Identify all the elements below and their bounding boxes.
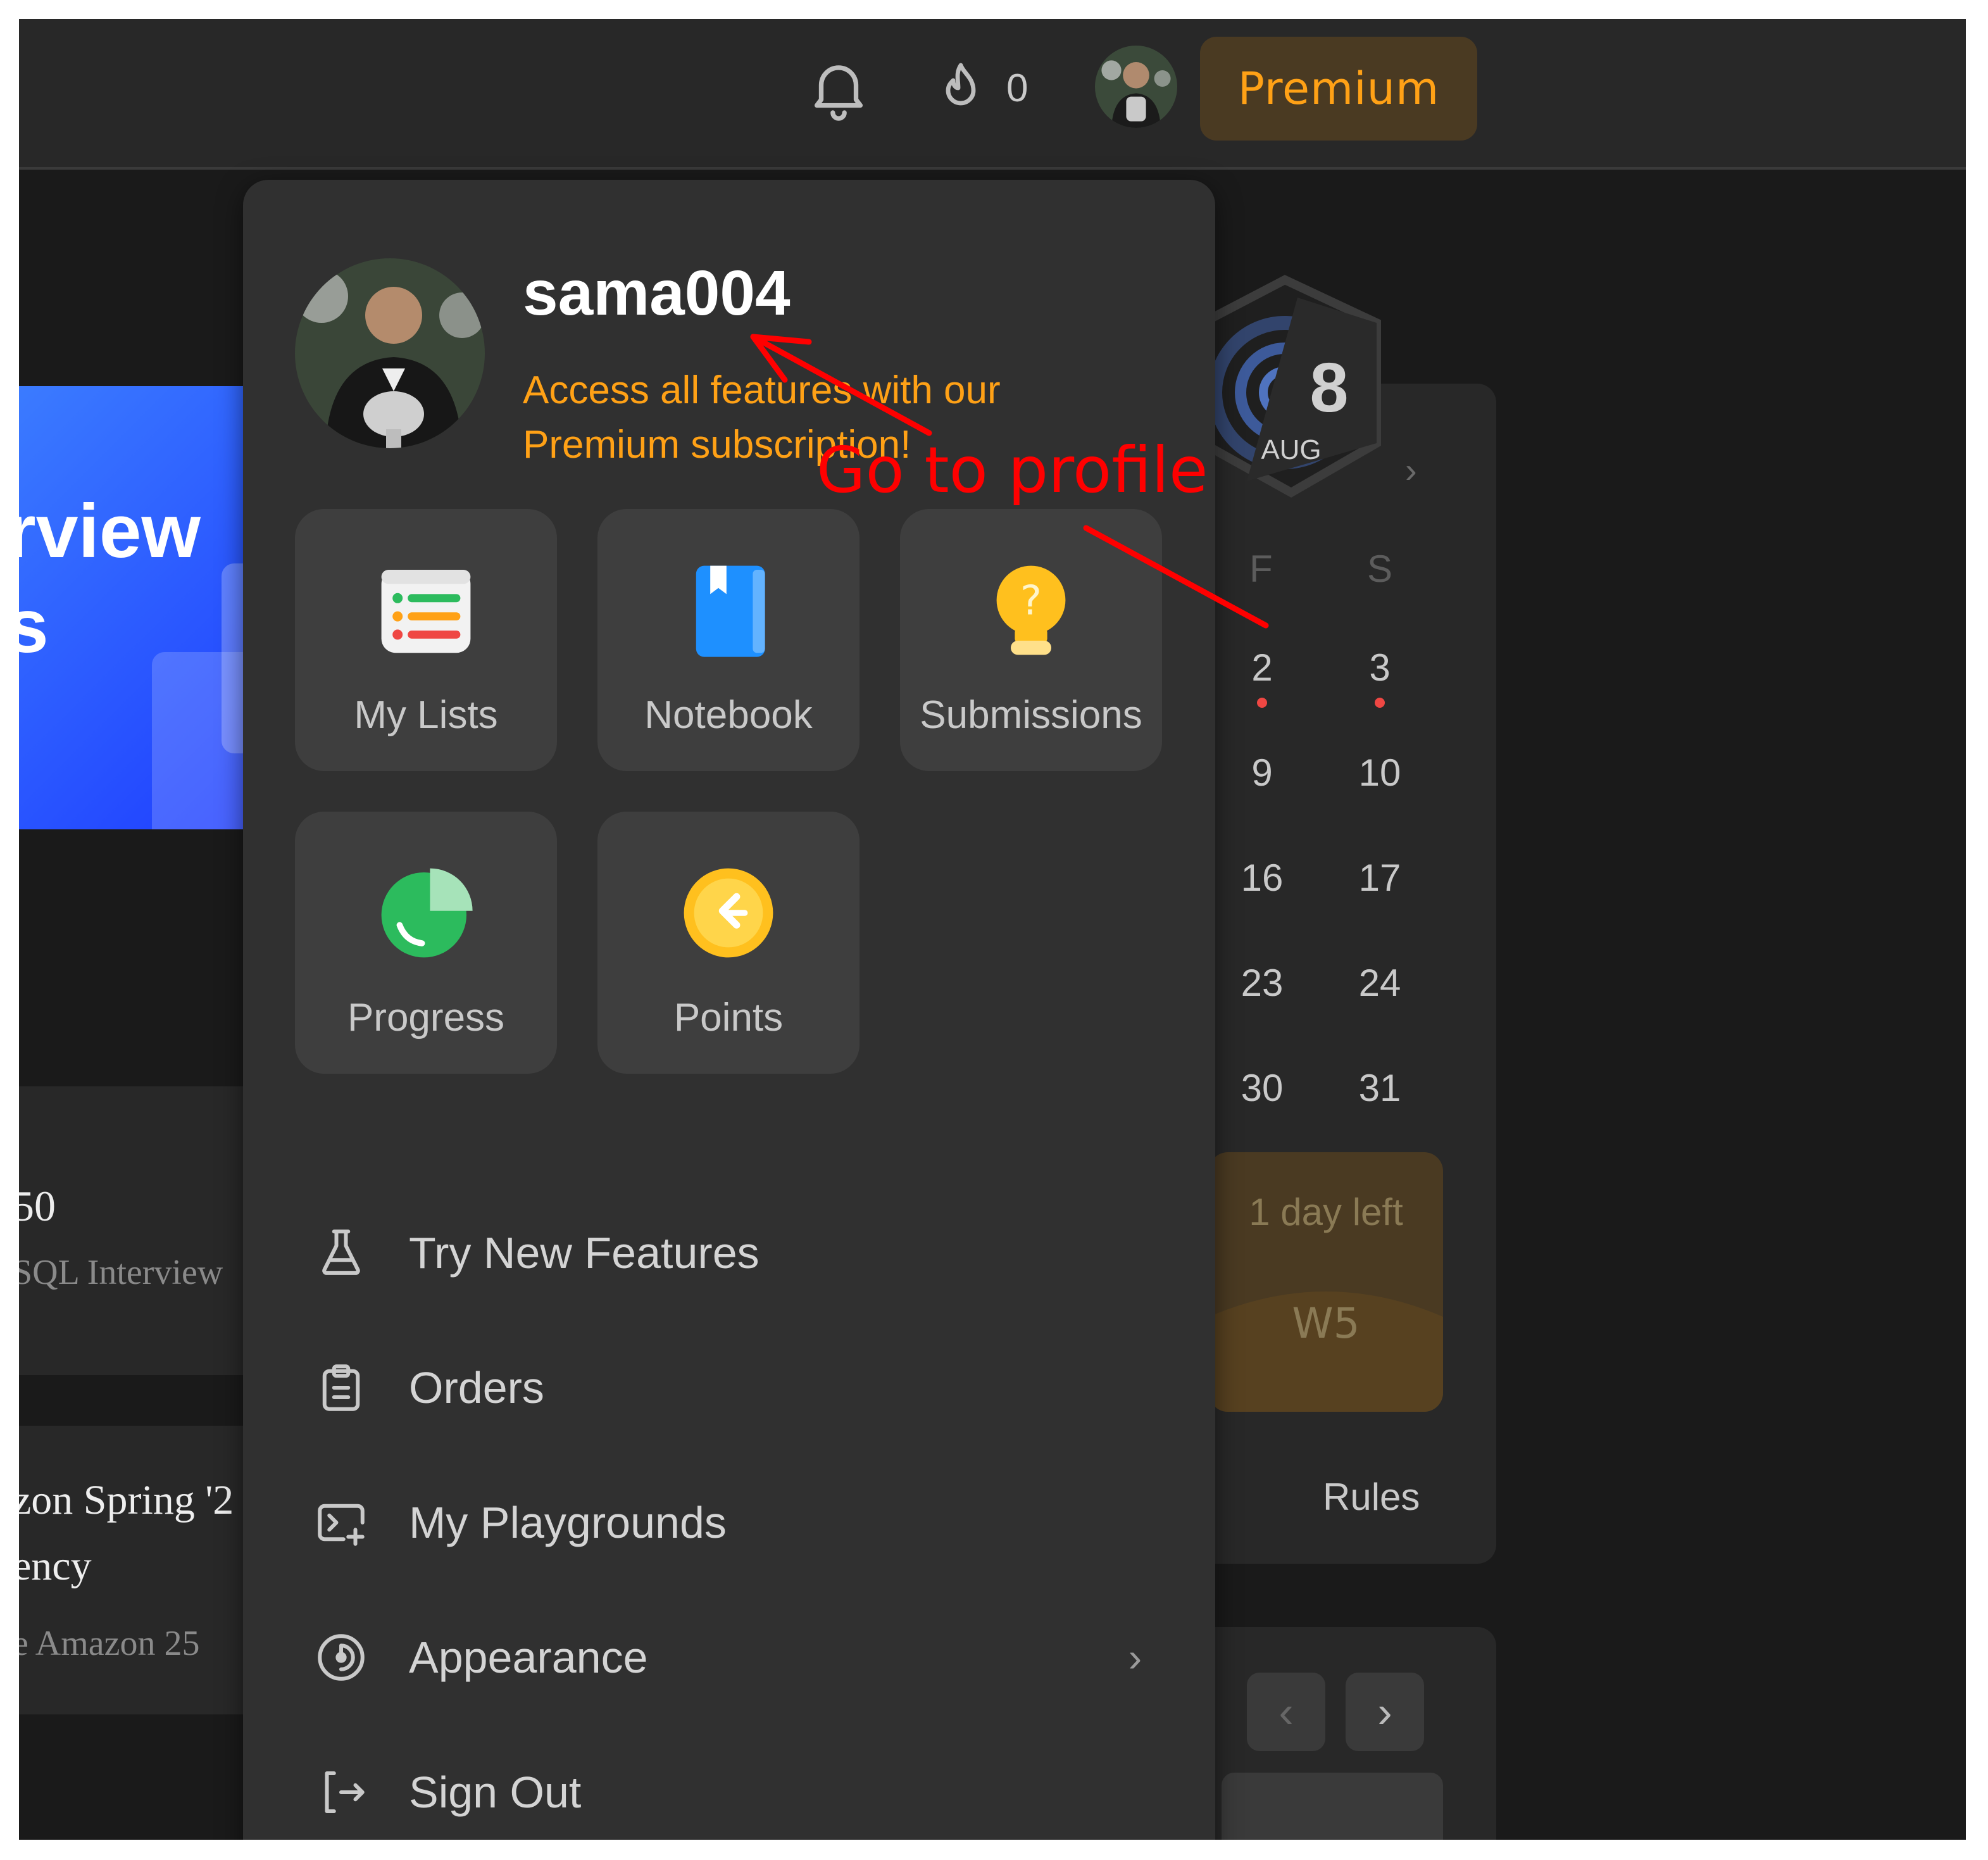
calendar-day[interactable]: 2 xyxy=(1224,646,1300,689)
week-code: W5 xyxy=(1292,1299,1360,1348)
tile-label: Submissions xyxy=(920,693,1142,737)
menu-item-my-playgrounds[interactable]: My Playgrounds xyxy=(313,1481,1142,1564)
notification-bell-icon[interactable] xyxy=(804,53,873,123)
calendar-day[interactable]: 3 xyxy=(1342,646,1418,689)
points-tile[interactable]: Points xyxy=(597,812,860,1074)
tile-label: My Lists xyxy=(354,693,498,737)
fire-icon xyxy=(946,63,976,106)
menu-item-label: Try New Features xyxy=(409,1228,760,1278)
card-title-line1: zon Spring '2 xyxy=(19,1477,234,1523)
progress-tile[interactable]: Progress xyxy=(295,812,557,1074)
calendar-day[interactable]: 24 xyxy=(1342,961,1418,1005)
menu-item-sign-out[interactable]: Sign Out xyxy=(313,1751,1142,1833)
streak-counter[interactable]: 0 xyxy=(930,53,1057,123)
user-avatar[interactable] xyxy=(1095,46,1177,128)
tile-label: Points xyxy=(673,996,784,1040)
calendar-day[interactable]: 10 xyxy=(1342,751,1418,795)
list-icon xyxy=(381,570,471,653)
chevron-right-icon[interactable]: › xyxy=(1346,1673,1424,1751)
banner-title-line2: s xyxy=(19,584,49,669)
app-window: 0 Premium rview s 50 SQL Interview zon S… xyxy=(19,19,1966,1840)
sign-out-icon xyxy=(325,1771,365,1813)
calendar-day[interactable]: 16 xyxy=(1224,856,1300,900)
calendar-day[interactable]: 9 xyxy=(1224,751,1300,795)
lightbulb-icon: ? xyxy=(996,565,1066,655)
calendar-day[interactable]: 17 xyxy=(1342,856,1418,900)
rules-link[interactable]: Rules xyxy=(1323,1475,1420,1519)
card-subtitle: SQL Interview xyxy=(19,1253,223,1292)
tile-label: Progress xyxy=(347,996,505,1040)
banner-title-line1: rview xyxy=(19,489,201,574)
annotation-label: Go to profile xyxy=(816,433,1208,507)
chevron-right-icon[interactable]: › xyxy=(1405,449,1417,491)
clipboard-icon xyxy=(322,1364,360,1411)
weekly-challenge-card[interactable]: 1 day left W5 xyxy=(1209,1152,1443,1412)
pie-chart-icon xyxy=(381,868,473,958)
chevron-left-icon[interactable]: ‹ xyxy=(1247,1673,1325,1751)
menu-item-orders[interactable]: Orders xyxy=(313,1347,1142,1429)
profile-avatar[interactable] xyxy=(295,258,485,448)
top-navbar: 0 Premium xyxy=(19,19,1966,170)
notebook-icon xyxy=(696,565,765,657)
submissions-tile[interactable]: ? Submissions xyxy=(900,509,1162,771)
card-title: 50 xyxy=(19,1182,56,1230)
menu-item-try-new-features[interactable]: Try New Features xyxy=(313,1212,1142,1294)
card-subtitle: e Amazon 25 xyxy=(19,1624,200,1663)
profile-dropdown: sama004 Access all features with our Pre… xyxy=(243,180,1215,1840)
menu-item-label: Appearance xyxy=(409,1633,648,1682)
study-plan-banner[interactable]: rview s xyxy=(19,386,247,829)
study-plan-card[interactable]: 50 SQL Interview xyxy=(19,1086,247,1375)
coin-icon xyxy=(684,868,773,958)
streak-count: 0 xyxy=(1006,66,1028,110)
days-left-label: 1 day left xyxy=(1249,1191,1403,1233)
calendar-day-header: S xyxy=(1367,548,1393,590)
tile-label: Notebook xyxy=(644,693,813,737)
svg-text:?: ? xyxy=(1020,577,1042,624)
activity-dot xyxy=(1257,698,1267,708)
calendar-day[interactable]: 31 xyxy=(1342,1066,1418,1110)
monthly-badge[interactable]: 8 AUG xyxy=(1198,272,1399,506)
chevron-right-icon: › xyxy=(1128,1635,1142,1680)
flask-icon xyxy=(322,1229,360,1275)
profile-username[interactable]: sama004 xyxy=(523,257,791,330)
badge-number: 8 xyxy=(1310,349,1348,427)
premium-button[interactable]: Premium xyxy=(1200,37,1477,141)
terminal-icon xyxy=(318,1504,365,1546)
calendar-day-header: F xyxy=(1249,548,1273,590)
notebook-tile[interactable]: Notebook xyxy=(597,509,860,771)
activity-dot xyxy=(1375,698,1385,708)
menu-item-appearance[interactable]: Appearance › xyxy=(313,1616,1142,1699)
panel-content xyxy=(1222,1773,1443,1840)
menu-item-label: My Playgrounds xyxy=(409,1498,727,1547)
menu-item-label: Sign Out xyxy=(409,1768,582,1817)
study-plan-card[interactable]: zon Spring '2 ency e Amazon 25 xyxy=(19,1426,247,1714)
menu-item-label: Orders xyxy=(409,1363,544,1412)
badge-month: AUG xyxy=(1261,434,1321,465)
calendar-day[interactable]: 30 xyxy=(1224,1066,1300,1110)
calendar-day[interactable]: 23 xyxy=(1224,961,1300,1005)
my-lists-tile[interactable]: My Lists xyxy=(295,509,557,771)
card-title-line2: ency xyxy=(19,1543,92,1589)
appearance-icon xyxy=(318,1634,365,1681)
